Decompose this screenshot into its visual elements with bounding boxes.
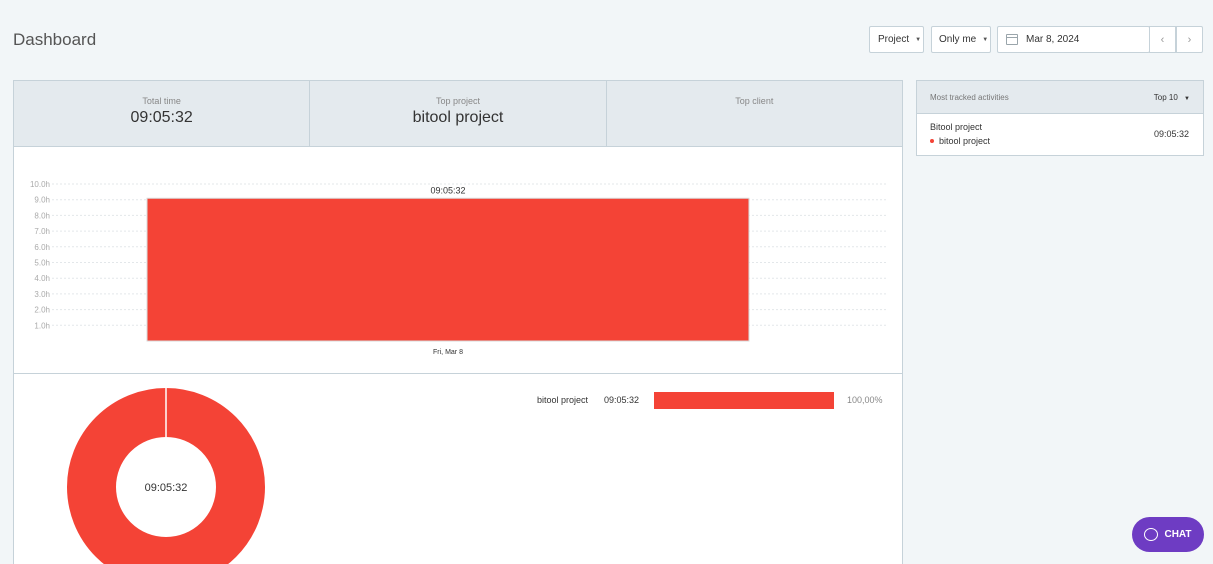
previous-date-button[interactable]: ‹: [1149, 26, 1176, 53]
stat-label: Top client: [735, 96, 774, 106]
breakdown-time: 09:05:32: [604, 395, 640, 405]
project-color-dot: [930, 139, 934, 143]
stats-bar: Total time 09:05:32 Top project bitool p…: [14, 81, 902, 147]
stat-total-time: Total time 09:05:32: [14, 81, 311, 146]
chat-button[interactable]: CHAT: [1132, 517, 1204, 552]
date-label: Mar 8, 2024: [1026, 34, 1080, 45]
chat-bubble-icon: [1144, 528, 1159, 541]
donut-center-label: 09:05:32: [145, 482, 188, 494]
project-breakdown-row[interactable]: bitool project 09:05:32 100,00%: [14, 391, 902, 411]
chevron-right-icon: ›: [1187, 33, 1192, 46]
caret-down-icon: ▼: [982, 36, 989, 43]
y-tick-label: 3.0h: [34, 290, 50, 299]
most-tracked-activities-card: Most tracked activities Top 10 ▼ Bitool …: [916, 80, 1204, 156]
activities-title: Most tracked activities: [930, 92, 1009, 102]
page-title: Dashboard: [13, 30, 97, 49]
y-tick-label: 6.0h: [34, 243, 50, 252]
stat-top-client: Top client: [607, 81, 902, 146]
caret-down-icon: ▼: [915, 36, 922, 43]
stat-label: Total time: [142, 96, 181, 106]
y-tick-label: 1.0h: [34, 321, 50, 330]
y-tick-label: 10.0h: [30, 180, 50, 189]
activity-project: bitool project: [939, 136, 991, 146]
y-tick-label: 2.0h: [34, 306, 50, 315]
project-filter-dropdown[interactable]: Project ▼: [869, 26, 924, 53]
top-count-label: Top 10: [1153, 92, 1178, 102]
bar: [146, 197, 750, 342]
activity-item[interactable]: Bitool project bitool project 09:05:32: [917, 114, 1203, 156]
user-filter-dropdown[interactable]: Only me ▼: [931, 26, 991, 53]
caret-down-icon: ▼: [1184, 95, 1190, 102]
top-count-dropdown[interactable]: Top 10 ▼: [1154, 93, 1190, 102]
y-tick-label: 4.0h: [34, 274, 50, 283]
breakdown-bar: [654, 392, 834, 409]
bar-chart-svg: 1.0h 2.0h 3.0h 4.0h 5.0h 6.0h 7.0h 8.0h 9.0h 10.0…: [30, 180, 888, 356]
chat-label: CHAT: [1164, 529, 1192, 540]
stat-label: Top project: [435, 96, 480, 106]
activity-time: 09:05:32: [1153, 129, 1189, 139]
bar-value-label: 09:05:32: [430, 185, 465, 195]
next-date-button[interactable]: ›: [1176, 26, 1203, 53]
breakdown-percent: 100,00%: [847, 395, 883, 405]
date-picker[interactable]: Mar 8, 2024: [997, 26, 1150, 53]
project-filter-label: Project: [878, 34, 910, 45]
y-tick-label: 5.0h: [34, 259, 50, 268]
x-tick-label: Fri, Mar 8: [433, 349, 463, 356]
daily-bar-chart: 1.0h 2.0h 3.0h 4.0h 5.0h 6.0h 7.0h 8.0h 9.0h 10.0…: [14, 148, 902, 374]
chevron-left-icon: ‹: [1160, 33, 1165, 46]
stat-top-project: Top project bitool project: [310, 81, 607, 146]
activities-header: Most tracked activities Top 10 ▼: [917, 81, 1203, 114]
stat-value: bitool project: [412, 109, 504, 126]
activity-title: Bitool project: [930, 122, 983, 132]
calendar-icon: [1006, 34, 1018, 45]
user-filter-label: Only me: [939, 34, 977, 45]
breakdown-project-name: bitool project: [537, 395, 589, 405]
stat-value: 09:05:32: [130, 109, 193, 126]
y-tick-label: 9.0h: [34, 196, 50, 205]
y-tick-label: 7.0h: [34, 227, 50, 236]
dashboard-main-card: Total time 09:05:32 Top project bitool p…: [13, 80, 903, 564]
y-tick-label: 8.0h: [34, 211, 50, 220]
